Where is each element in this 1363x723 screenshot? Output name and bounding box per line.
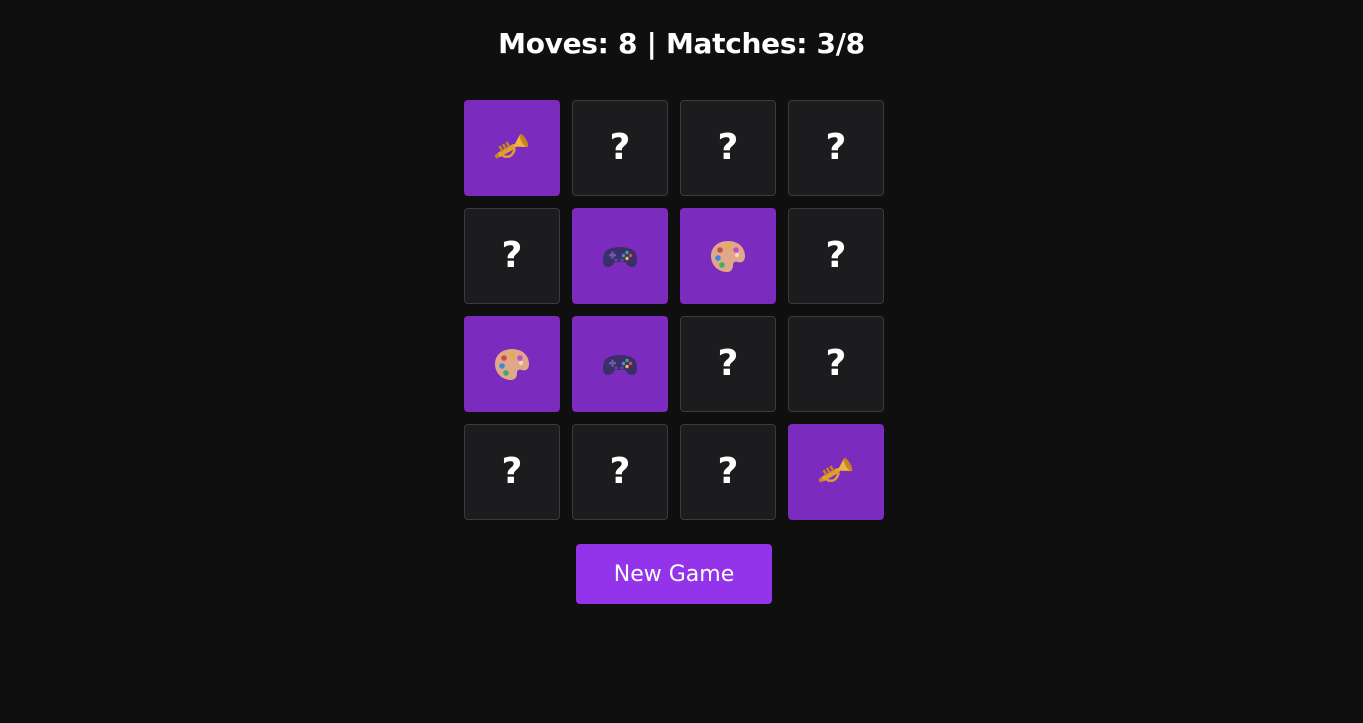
memory-game: Moves: 8 | Matches: 3/8 ?????????? New G… <box>0 0 1363 723</box>
question-mark-icon: ? <box>609 127 631 168</box>
question-mark-icon: ? <box>609 451 631 492</box>
card-7[interactable] <box>680 208 776 304</box>
question-mark-icon: ? <box>825 127 847 168</box>
question-mark-icon: ? <box>717 451 739 492</box>
question-mark-icon: ? <box>717 343 739 384</box>
card-2[interactable]: ? <box>572 100 668 196</box>
question-mark-icon: ? <box>501 235 523 276</box>
card-5[interactable]: ? <box>464 208 560 304</box>
game-controller-icon <box>600 344 640 384</box>
card-9[interactable] <box>464 316 560 412</box>
card-grid: ?????????? <box>464 100 884 520</box>
question-mark-icon: ? <box>501 451 523 492</box>
artist-palette-icon <box>708 236 748 276</box>
card-15[interactable]: ? <box>680 424 776 520</box>
question-mark-icon: ? <box>825 235 847 276</box>
game-controller-icon <box>600 236 640 276</box>
card-8[interactable]: ? <box>788 208 884 304</box>
question-mark-icon: ? <box>717 127 739 168</box>
card-12[interactable]: ? <box>788 316 884 412</box>
question-mark-icon: ? <box>825 343 847 384</box>
card-6[interactable] <box>572 208 668 304</box>
new-game-button[interactable]: New Game <box>576 544 772 604</box>
game-status: Moves: 8 | Matches: 3/8 <box>498 27 865 60</box>
card-14[interactable]: ? <box>572 424 668 520</box>
card-16[interactable] <box>788 424 884 520</box>
card-13[interactable]: ? <box>464 424 560 520</box>
artist-palette-icon <box>492 344 532 384</box>
trumpet-icon <box>492 128 532 168</box>
card-4[interactable]: ? <box>788 100 884 196</box>
card-11[interactable]: ? <box>680 316 776 412</box>
card-10[interactable] <box>572 316 668 412</box>
trumpet-icon <box>816 452 856 492</box>
card-1[interactable] <box>464 100 560 196</box>
card-3[interactable]: ? <box>680 100 776 196</box>
